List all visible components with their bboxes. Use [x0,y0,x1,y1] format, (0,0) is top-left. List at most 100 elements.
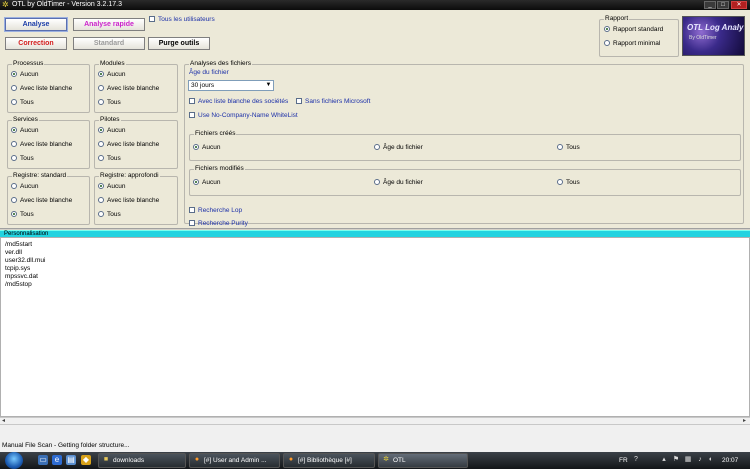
personnalisation-textarea[interactable]: /md5start ver.dll user32.dll.mui tcpip.s… [0,237,750,417]
radio-icon [557,144,563,150]
correction-button[interactable]: Correction [5,37,67,50]
rapport-standard-radio[interactable]: Rapport standard [604,26,663,34]
task-otl[interactable]: ✲ OTL [378,453,468,468]
modules-title: Modules [99,60,126,68]
processus-aucun-radio[interactable]: Aucun [11,71,38,79]
crees-age-radio[interactable]: Âge du fichier [374,144,423,152]
checkbox-icon [189,220,195,226]
rapport-minimal-radio[interactable]: Rapport minimal [604,40,660,48]
maximize-button[interactable]: □ [717,1,729,9]
crees-aucun-radio[interactable]: Aucun [193,144,220,152]
personnalisation-header: Personnalisation [0,230,750,237]
liste-blanche-societes-checkbox[interactable]: Avec liste blanche des sociétés [189,98,288,106]
chevron-down-icon: ▼ [265,82,272,88]
registre-approfondi-aucun-radio[interactable]: Aucun [98,183,125,191]
modules-liste-blanche-radio[interactable]: Avec liste blanche [98,85,159,93]
status-text: Manual File Scan - Getting folder struct… [2,442,130,449]
services-title: Services [12,116,39,124]
help-icon[interactable]: ? [632,456,640,464]
registre-approfondi-tous-radio[interactable]: Tous [98,211,121,219]
services-liste-blanche-radio[interactable]: Avec liste blanche [11,141,72,149]
radio-icon [11,71,17,77]
registre-standard-tous-radio[interactable]: Tous [11,211,34,219]
radio-icon [193,179,199,185]
age-fichier-label: Âge du fichier [189,69,229,76]
pilotes-tous-radio[interactable]: Tous [98,155,121,163]
media-icon[interactable]: ◆ [81,455,91,465]
language-indicator[interactable]: FR [619,452,628,469]
options-panel: Analyse Analyse rapide Correction Standa… [0,10,750,229]
radio-icon [11,197,17,203]
radio-icon [604,40,610,46]
radio-icon [98,99,104,105]
registre-standard-liste-blanche-radio[interactable]: Avec liste blanche [11,197,72,205]
perso-line: mpssvc.dat [5,273,38,280]
start-button[interactable] [5,452,23,469]
recherche-purity-checkbox[interactable]: Recherche Purity [189,220,248,228]
modifies-aucun-radio[interactable]: Aucun [193,179,220,187]
processus-title: Processus [12,60,45,68]
logo-by: By OldTimer [689,35,717,41]
status-bar: Manual File Scan - Getting folder struct… [0,424,750,452]
fichiers-crees-group: Fichiers créés Aucun Âge du fichier Tous [189,130,741,161]
horizontal-scrollbar[interactable]: ◂ ▸ [0,417,750,424]
processus-group: Processus Aucun Avec liste blanche Tous [7,60,90,113]
standard-button[interactable]: Standard [73,37,145,50]
task-bibliotheque[interactable]: ● [#] Bibliothèque [#] [283,453,375,468]
modifies-tous-radio[interactable]: Tous [557,179,580,187]
processus-liste-blanche-radio[interactable]: Avec liste blanche [11,85,72,93]
pilotes-liste-blanche-radio[interactable]: Avec liste blanche [98,141,159,149]
radio-icon [11,85,17,91]
purge-outils-button[interactable]: Purge outils [148,37,210,50]
radio-icon [11,155,17,161]
taskbar: ▭ e ▤ ◆ ■ downloads ● [#] User and Admin… [0,452,750,469]
pilotes-aucun-radio[interactable]: Aucun [98,127,125,135]
switch-windows-icon[interactable]: ▤ [66,455,76,465]
analyse-rapide-button[interactable]: Analyse rapide [73,18,145,31]
task-user-admin[interactable]: ● [#] User and Admin ... [189,453,280,468]
tous-utilisateurs-checkbox[interactable]: Tous les utilisateurs [149,16,215,24]
modifies-age-radio[interactable]: Âge du fichier [374,179,423,187]
perso-line: /md5start [5,241,33,248]
network-icon[interactable]: ▦ [684,456,692,464]
close-button[interactable]: ✕ [731,1,747,9]
services-tous-radio[interactable]: Tous [11,155,34,163]
perso-line: ver.dll [5,249,22,256]
volume-icon[interactable]: ♪ [696,456,704,464]
radio-icon [98,183,104,189]
modules-tous-radio[interactable]: Tous [98,99,121,107]
radio-icon [11,99,17,105]
age-fichier-select[interactable]: 30 jours ▼ [188,80,274,91]
folder-icon: ■ [103,456,109,463]
no-company-whitelist-checkbox[interactable]: Use No-Company-Name WhiteList [189,112,298,120]
radio-icon [374,144,380,150]
analyse-button[interactable]: Analyse [4,17,68,32]
recherche-lop-checkbox[interactable]: Recherche Lop [189,207,242,215]
pilotes-group: Pilotes Aucun Avec liste blanche Tous [94,116,178,169]
services-aucun-radio[interactable]: Aucun [11,127,38,135]
registre-standard-aucun-radio[interactable]: Aucun [11,183,38,191]
show-desktop-icon[interactable]: ▭ [38,455,48,465]
task-downloads[interactable]: ■ downloads [98,453,186,468]
clock[interactable]: 20:07 [722,452,738,469]
flag-icon[interactable]: ⚑ [672,456,680,464]
registre-approfondi-liste-blanche-radio[interactable]: Avec liste blanche [98,197,159,205]
tray-arrow-icon[interactable]: ▴ [660,456,668,464]
rapport-group: Rapport Rapport standard Rapport minimal [599,15,679,57]
internet-explorer-icon[interactable]: e [52,455,62,465]
minimize-button[interactable]: _ [704,1,716,9]
perso-line: tcpip.sys [5,265,31,272]
otl-logo: OTL Log Analysis By OldTimer [682,16,745,56]
checkbox-icon [189,98,195,104]
radio-icon [193,144,199,150]
firefox-icon: ● [194,456,200,463]
sans-fichiers-microsoft-checkbox[interactable]: Sans fichiers Microsoft [296,98,370,106]
radio-icon [604,26,610,32]
processus-tous-radio[interactable]: Tous [11,99,34,107]
window-title: OTL by OldTimer - Version 3.2.17.3 [12,1,122,8]
security-icon[interactable]: ◐ [707,456,715,464]
analyses-fichiers-group: Analyses des fichiers Âge du fichier 30 … [184,60,744,227]
modules-aucun-radio[interactable]: Aucun [98,71,125,79]
services-group: Services Aucun Avec liste blanche Tous [7,116,90,169]
crees-tous-radio[interactable]: Tous [557,144,580,152]
